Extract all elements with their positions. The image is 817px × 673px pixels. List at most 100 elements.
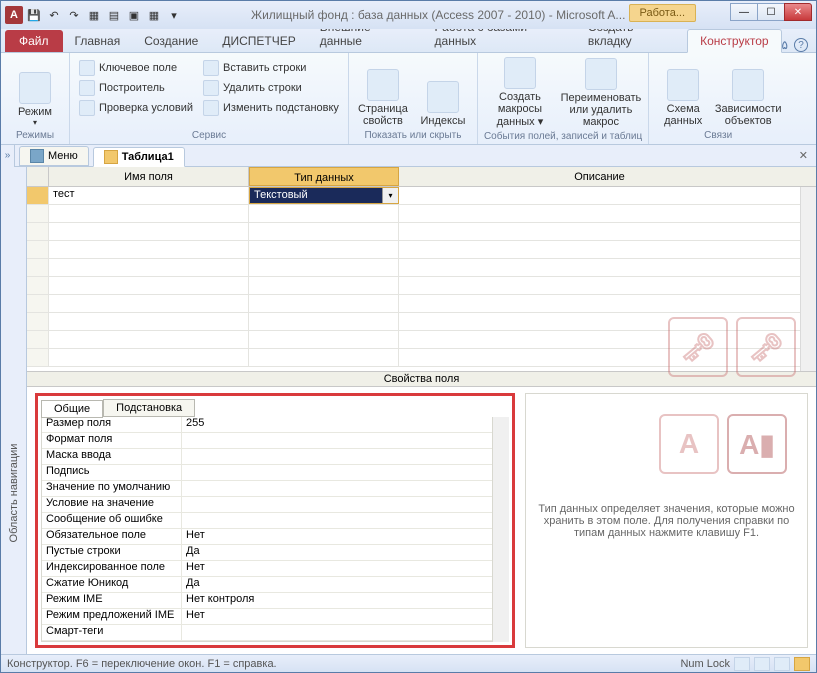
qat-icon-2[interactable]: ▤ — [105, 6, 123, 24]
object-dependencies-button[interactable]: Зависимостиобъектов — [715, 55, 781, 129]
grid-row[interactable] — [27, 223, 800, 241]
property-value[interactable] — [182, 449, 492, 464]
view-mode-button[interactable]: Режим ▾ — [7, 55, 63, 129]
property-value[interactable]: Нет — [182, 609, 492, 624]
qat-icon-1[interactable]: ▦ — [85, 6, 103, 24]
col-header-name[interactable]: Имя поля — [49, 167, 249, 186]
property-row[interactable]: Режим предложений IMEНет — [42, 609, 492, 625]
builder-button[interactable]: Построитель — [76, 79, 196, 97]
property-value[interactable] — [182, 497, 492, 512]
minimize-button[interactable]: — — [730, 3, 758, 21]
document-tab-row: » Меню Таблица1 ✕ — [1, 145, 816, 167]
rename-delete-macro-button[interactable]: Переименоватьили удалить макрос — [560, 55, 642, 130]
property-value[interactable] — [182, 481, 492, 496]
property-row[interactable]: Подпись — [42, 465, 492, 481]
macro-create-icon — [504, 57, 536, 89]
undo-icon[interactable]: ↶ — [45, 6, 63, 24]
document-tab-table[interactable]: Таблица1 — [93, 147, 185, 167]
ribbon-tab[interactable]: Создание — [132, 30, 210, 52]
ribbon-group-show: Страница свойств Индексы Показать или ск… — [349, 53, 478, 144]
insert-rows-button[interactable]: Вставить строки — [200, 59, 342, 77]
property-row[interactable]: Индексированное полеНет — [42, 561, 492, 577]
grid-row[interactable] — [27, 277, 800, 295]
grid-row[interactable] — [27, 205, 800, 223]
navigation-pane-collapsed[interactable]: Область навигации — [1, 167, 27, 654]
property-value[interactable] — [182, 465, 492, 480]
property-row[interactable]: Обязательное полеНет — [42, 529, 492, 545]
properties-panel: Общие Подстановка Размер поля255Формат п… — [35, 393, 515, 648]
hint-text: Тип данных определяет значения, которые … — [536, 503, 797, 539]
property-row[interactable]: Сообщение об ошибке — [42, 513, 492, 529]
property-key: Сообщение об ошибке — [42, 513, 182, 528]
view-shortcut-icon[interactable] — [754, 657, 770, 671]
property-value[interactable]: 255 — [182, 417, 492, 432]
property-row[interactable]: Пустые строкиДа — [42, 545, 492, 561]
property-tab-lookup[interactable]: Подстановка — [103, 399, 195, 417]
delete-rows-button[interactable]: Удалить строки — [200, 79, 342, 97]
property-value[interactable]: Нет контроля — [182, 593, 492, 608]
close-button[interactable]: ✕ — [784, 3, 812, 21]
row-selector[interactable] — [27, 187, 49, 204]
qat-icon-4[interactable]: ▦ — [145, 6, 163, 24]
grid-row[interactable] — [27, 259, 800, 277]
property-row[interactable]: Условие на значение — [42, 497, 492, 513]
save-icon[interactable]: 💾 — [25, 6, 43, 24]
col-header-type[interactable]: Тип данных — [249, 167, 399, 186]
modify-lookup-button[interactable]: Изменить подстановку — [200, 99, 342, 117]
vertical-scrollbar[interactable] — [800, 187, 816, 371]
primary-key-label: Ключевое поле — [99, 62, 177, 74]
create-data-macros-button[interactable]: Создать макросыданных ▾ — [484, 55, 556, 130]
maximize-button[interactable]: ☐ — [757, 3, 785, 21]
numlock-indicator: Num Lock — [680, 658, 730, 670]
property-row[interactable]: Режим IMEНет контроля — [42, 593, 492, 609]
test-rules-button[interactable]: Проверка условий — [76, 99, 196, 117]
redo-icon[interactable]: ↷ — [65, 6, 83, 24]
app-icon[interactable]: A — [5, 6, 23, 24]
modify-lookup-label: Изменить подстановку — [223, 102, 339, 114]
ribbon-tab[interactable]: ДИСПЕТЧЕР — [210, 30, 307, 52]
macro-del-label-2: или удалить макрос — [562, 104, 640, 128]
field-name-cell[interactable]: тест — [49, 187, 249, 204]
primary-key-button[interactable]: Ключевое поле — [76, 59, 196, 77]
property-value[interactable] — [182, 433, 492, 448]
field-type-dropdown-icon[interactable]: ▾ — [382, 188, 398, 203]
property-row[interactable]: Формат поля — [42, 433, 492, 449]
grid-row-current[interactable]: тест Текстовый ▾ — [27, 187, 800, 205]
field-type-cell[interactable]: Текстовый ▾ — [249, 187, 399, 204]
property-value[interactable]: Нет — [182, 561, 492, 576]
close-document-button[interactable]: ✕ — [791, 149, 816, 162]
property-row[interactable]: Смарт-теги — [42, 625, 492, 641]
view-shortcut-icon[interactable] — [734, 657, 750, 671]
help-icon[interactable]: ? — [794, 38, 808, 52]
property-value[interactable]: Нет — [182, 529, 492, 544]
data-schema-button[interactable]: Схемаданных — [655, 55, 711, 129]
minimize-ribbon-icon[interactable]: ۵ — [782, 38, 788, 52]
qat-dropdown-icon[interactable]: ▾ — [165, 6, 183, 24]
test-rules-label: Проверка условий — [99, 102, 193, 114]
property-value[interactable]: Да — [182, 577, 492, 592]
property-value[interactable] — [182, 625, 492, 640]
properties-scrollbar[interactable] — [493, 417, 509, 642]
property-value[interactable]: Да — [182, 545, 492, 560]
document-tab-menu[interactable]: Меню — [19, 146, 89, 166]
indexes-button[interactable]: Индексы — [415, 55, 471, 129]
col-header-desc[interactable]: Описание — [399, 167, 800, 186]
grid-row[interactable] — [27, 295, 800, 313]
property-row[interactable]: Маска ввода — [42, 449, 492, 465]
ribbon-tab[interactable]: Главная — [63, 30, 133, 52]
nav-collapse-button[interactable]: » — [1, 145, 15, 167]
view-shortcut-icon[interactable] — [774, 657, 790, 671]
property-row[interactable]: Сжатие ЮникодДа — [42, 577, 492, 593]
qat-icon-3[interactable]: ▣ — [125, 6, 143, 24]
property-tab-general[interactable]: Общие — [41, 400, 103, 418]
property-value[interactable] — [182, 513, 492, 528]
property-sheet-button[interactable]: Страница свойств — [355, 55, 411, 129]
grid-row[interactable] — [27, 241, 800, 259]
field-desc-cell[interactable] — [399, 187, 800, 204]
property-row[interactable]: Размер поля255 — [42, 417, 492, 433]
view-shortcut-icon[interactable] — [794, 657, 810, 671]
file-tab[interactable]: Файл — [5, 30, 63, 52]
property-row[interactable]: Значение по умолчанию — [42, 481, 492, 497]
ribbon-tab-active[interactable]: Конструктор — [687, 29, 781, 53]
property-key: Режим IME — [42, 593, 182, 608]
